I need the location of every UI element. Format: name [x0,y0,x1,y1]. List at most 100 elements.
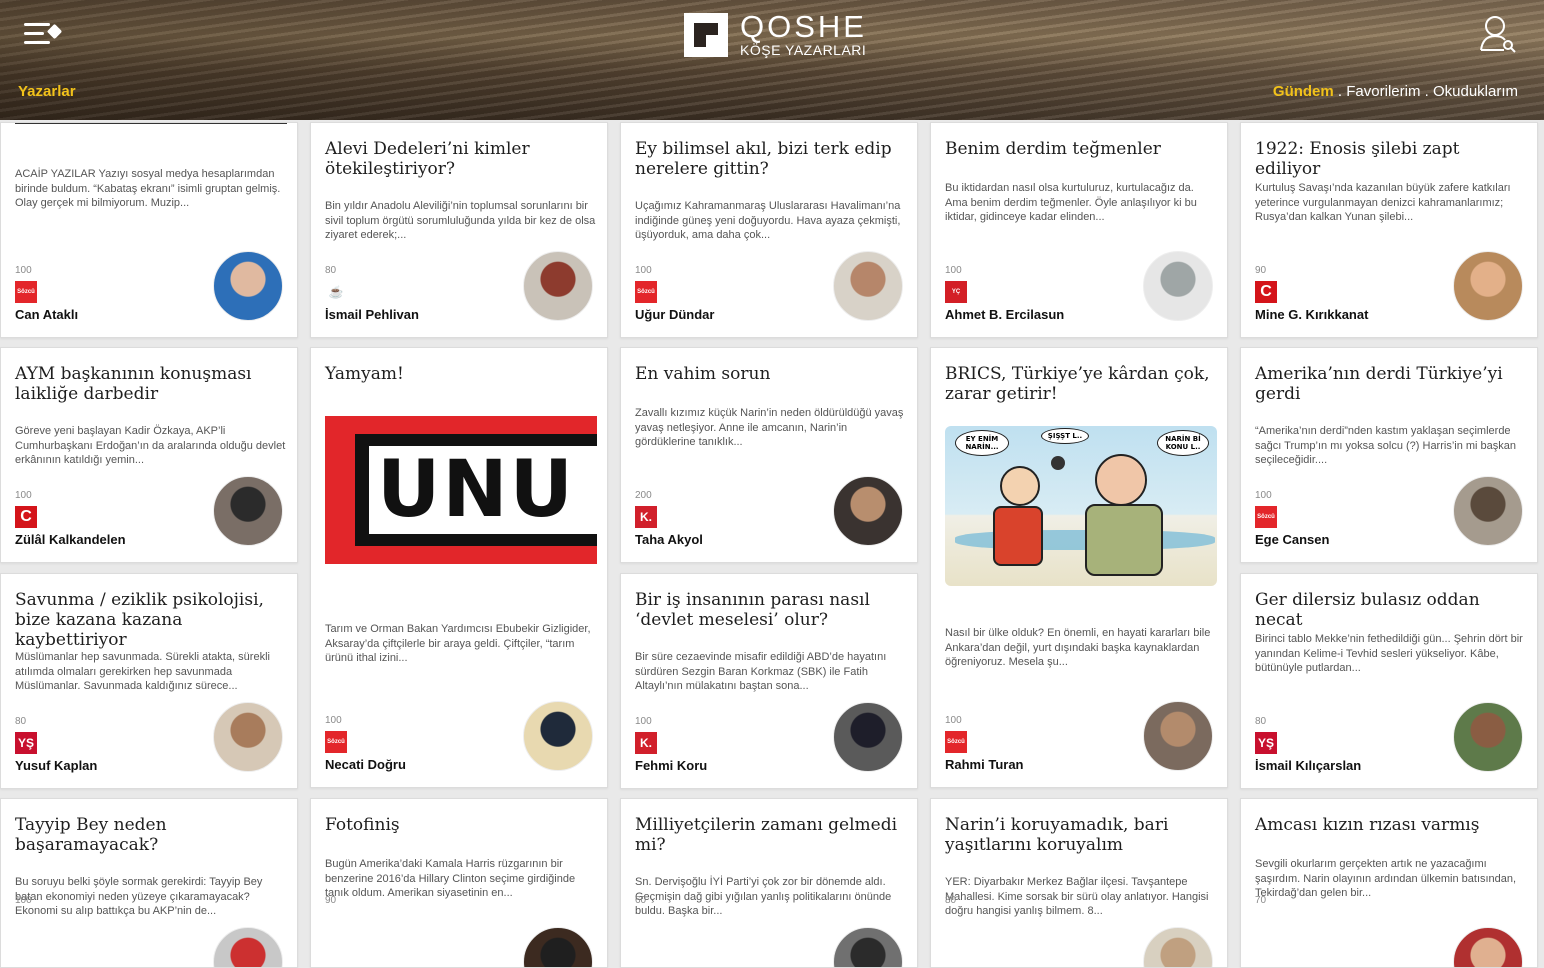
author-name[interactable]: Uğur Dündar [635,307,714,322]
article-title[interactable]: En vahim sorun [635,364,907,384]
author-avatar[interactable] [213,251,283,321]
article-card[interactable]: Ey bilimsel akıl, bizi terk edip nereler… [620,122,918,338]
article-excerpt: Uçağımız Kahramanmaraş Uluslararası Hava… [635,200,901,241]
author-avatar[interactable] [213,927,283,967]
article-excerpt: Bir süre cezaevinde misafir edildiği ABD… [635,651,887,692]
article-card[interactable]: Bir iş insanının parası nasıl ‘devlet me… [620,573,918,789]
author-name[interactable]: Can Ataklı [15,307,78,322]
author-name[interactable]: Rahmi Turan [945,757,1024,772]
score-label: 200 [635,490,652,501]
article-title[interactable]: Fotofiniş [325,815,597,835]
author-avatar[interactable] [213,476,283,546]
publisher-logo-icon: Sözcü [15,281,37,303]
nav-favorilerim[interactable]: Favorilerim [1346,83,1420,100]
top-nav: Gündem . Favorilerim . Okuduklarım [1273,83,1518,100]
article-card[interactable]: ACAİP YAZILAR Yazıyı sosyal medya hesapl… [0,122,298,338]
article-card[interactable]: Yamyam! UNU Tarım ve Orman Bakan Yardımcıs… [310,347,608,788]
author-name[interactable]: İsmail Kılıçarslan [1255,758,1361,773]
author-name[interactable]: Zülâl Kalkandelen [15,532,126,547]
article-card[interactable]: Narin’i koruyamadık, bari yaşıtlarını ko… [930,798,1228,968]
author-name[interactable]: Necati Doğru [325,757,406,772]
article-excerpt: Zavallı kızımız küçük Narin’in neden öld… [635,407,904,448]
score-label: 90 [1255,265,1267,276]
articles-grid: ACAİP YAZILAR Yazıyı sosyal medya hesapl… [0,0,1544,968]
author-avatar[interactable] [833,927,903,967]
score-label: 60 [635,895,647,906]
article-title[interactable]: BRICS, Türkiye’ye kârdan çok, zarar geti… [945,364,1217,404]
article-card[interactable]: 1922: Enosis şilebi zapt ediliyor Kurtulu… [1240,122,1538,338]
nav-gundem[interactable]: Gündem [1273,83,1334,100]
author-avatar[interactable] [1453,702,1523,772]
article-card[interactable]: Tayyip Bey neden başaramayacak? Bu soruyu… [0,798,298,968]
author-avatar[interactable] [213,702,283,772]
article-title[interactable]: Benim derdim teğmenler [945,139,1217,159]
article-card[interactable]: Fotofiniş Bugün Amerika’daki Kamala Harri… [310,798,608,968]
author-avatar[interactable] [1143,927,1213,967]
author-avatar[interactable] [523,927,593,967]
article-title[interactable]: Ey bilimsel akıl, bizi terk edip nereler… [635,139,907,179]
author-avatar[interactable] [1143,701,1213,771]
author-name[interactable]: Ahmet B. Ercilasun [945,307,1064,322]
logo-subtitle: KÖŞE YAZARLARI [740,42,867,58]
user-search-icon[interactable] [1478,14,1518,54]
publisher-logo-icon: K. [635,732,657,754]
author-avatar[interactable] [523,251,593,321]
article-card[interactable]: BRICS, Türkiye’ye kârdan çok, zarar geti… [930,347,1228,788]
score-label: 80 [945,895,957,906]
article-card[interactable]: AYM başkanının konuşması laikliğe darbed… [0,347,298,563]
article-title[interactable]: Amcası kızın rızası varmış [1255,815,1527,835]
author-avatar[interactable] [1453,476,1523,546]
article-card[interactable]: Milliyetçilerin zamanı gelmedi mi? Sn. De… [620,798,918,968]
author-name[interactable]: İsmail Pehlivan [325,307,419,322]
article-title[interactable]: Savunma / eziklik psikolojisi, bize kaza… [15,590,287,650]
article-excerpt: Tarım ve Orman Bakan Yardımcısı Ebubekir… [325,623,591,664]
cartoon-image: EY ENİM NARİN... ŞIŞŞT L.. NARİN Bİ KONU L… [945,426,1217,586]
article-title[interactable]: 1922: Enosis şilebi zapt ediliyor [1255,139,1527,179]
article-title[interactable]: Yamyam! [325,364,597,384]
score-label: 80 [1255,716,1267,727]
article-card[interactable]: Amcası kızın rızası varmış Sevgili okurla… [1240,798,1538,968]
article-title[interactable]: Tayyip Bey neden başaramayacak? [15,815,287,855]
article-excerpt: Nasıl bir ülke olduk? En önemli, en haya… [945,627,1211,668]
score-label: 100 [15,895,32,906]
article-card[interactable]: Ger dilersiz bulasız oddan necat Birinci … [1240,573,1538,789]
article-title[interactable]: Bir iş insanının parası nasıl ‘devlet me… [635,590,907,630]
author-name[interactable]: Taha Akyol [635,532,703,547]
article-card[interactable]: En vahim sorun Zavallı kızımız küçük Nari… [620,347,918,563]
author-avatar[interactable] [833,702,903,772]
article-title[interactable]: Narin’i koruyamadık, bari yaşıtlarını ko… [945,815,1217,855]
article-title[interactable]: Milliyetçilerin zamanı gelmedi mi? [635,815,907,855]
article-title[interactable]: Amerika’nın derdi Türkiye’yi gerdi [1255,364,1527,404]
author-avatar[interactable] [1143,251,1213,321]
author-avatar[interactable] [1453,251,1523,321]
article-title[interactable]: AYM başkanının konuşması laikliğe darbed… [15,364,287,404]
article-excerpt: Birinci tablo Mekke’nin fethedildiği gün… [1255,633,1523,674]
article-title[interactable]: Alevi Dedeleri’ni kimler ötekileştiriyor… [325,139,597,179]
article-card[interactable]: Amerika’nın derdi Türkiye’yi gerdi “Ameri… [1240,347,1538,563]
author-avatar[interactable] [833,251,903,321]
nav-okuduklarim[interactable]: Okuduklarım [1433,83,1518,100]
author-avatar[interactable] [1453,927,1523,967]
author-name[interactable]: Fehmi Koru [635,758,707,773]
yazarlar-link[interactable]: Yazarlar [18,83,76,100]
image-strip [15,123,287,124]
article-card[interactable]: Alevi Dedeleri’ni kimler ötekileştiriyor… [310,122,608,338]
author-name[interactable]: Yusuf Kaplan [15,758,97,773]
author-name[interactable]: Mine G. Kırıkkanat [1255,307,1368,322]
menu-icon[interactable] [24,20,63,48]
article-excerpt: “Amerika’nın derdi”nden kastım yaklaşan … [1255,425,1517,466]
author-avatar[interactable] [833,476,903,546]
publisher-logo-icon: C [1255,281,1277,303]
score-label: 100 [15,490,32,501]
author-name[interactable]: Ege Cansen [1255,532,1329,547]
publisher-logo-icon: Sözcü [1255,506,1277,528]
publisher-logo-icon: Sözcü [945,731,967,753]
logo[interactable]: QOSHE KÖŞE YAZARLARI [684,9,867,58]
article-title[interactable]: Ger dilersiz bulasız oddan necat [1255,590,1527,630]
article-card[interactable]: Benim derdim teğmenler Bu iktidardan nası… [930,122,1228,338]
article-card[interactable]: Savunma / eziklik psikolojisi, bize kaza… [0,573,298,789]
article-excerpt: YER: Diyarbakır Merkez Bağlar ilçesi. Ta… [945,876,1209,917]
author-avatar[interactable] [523,701,593,771]
logo-title: QOSHE [740,9,867,44]
article-image: UNU [325,416,597,564]
